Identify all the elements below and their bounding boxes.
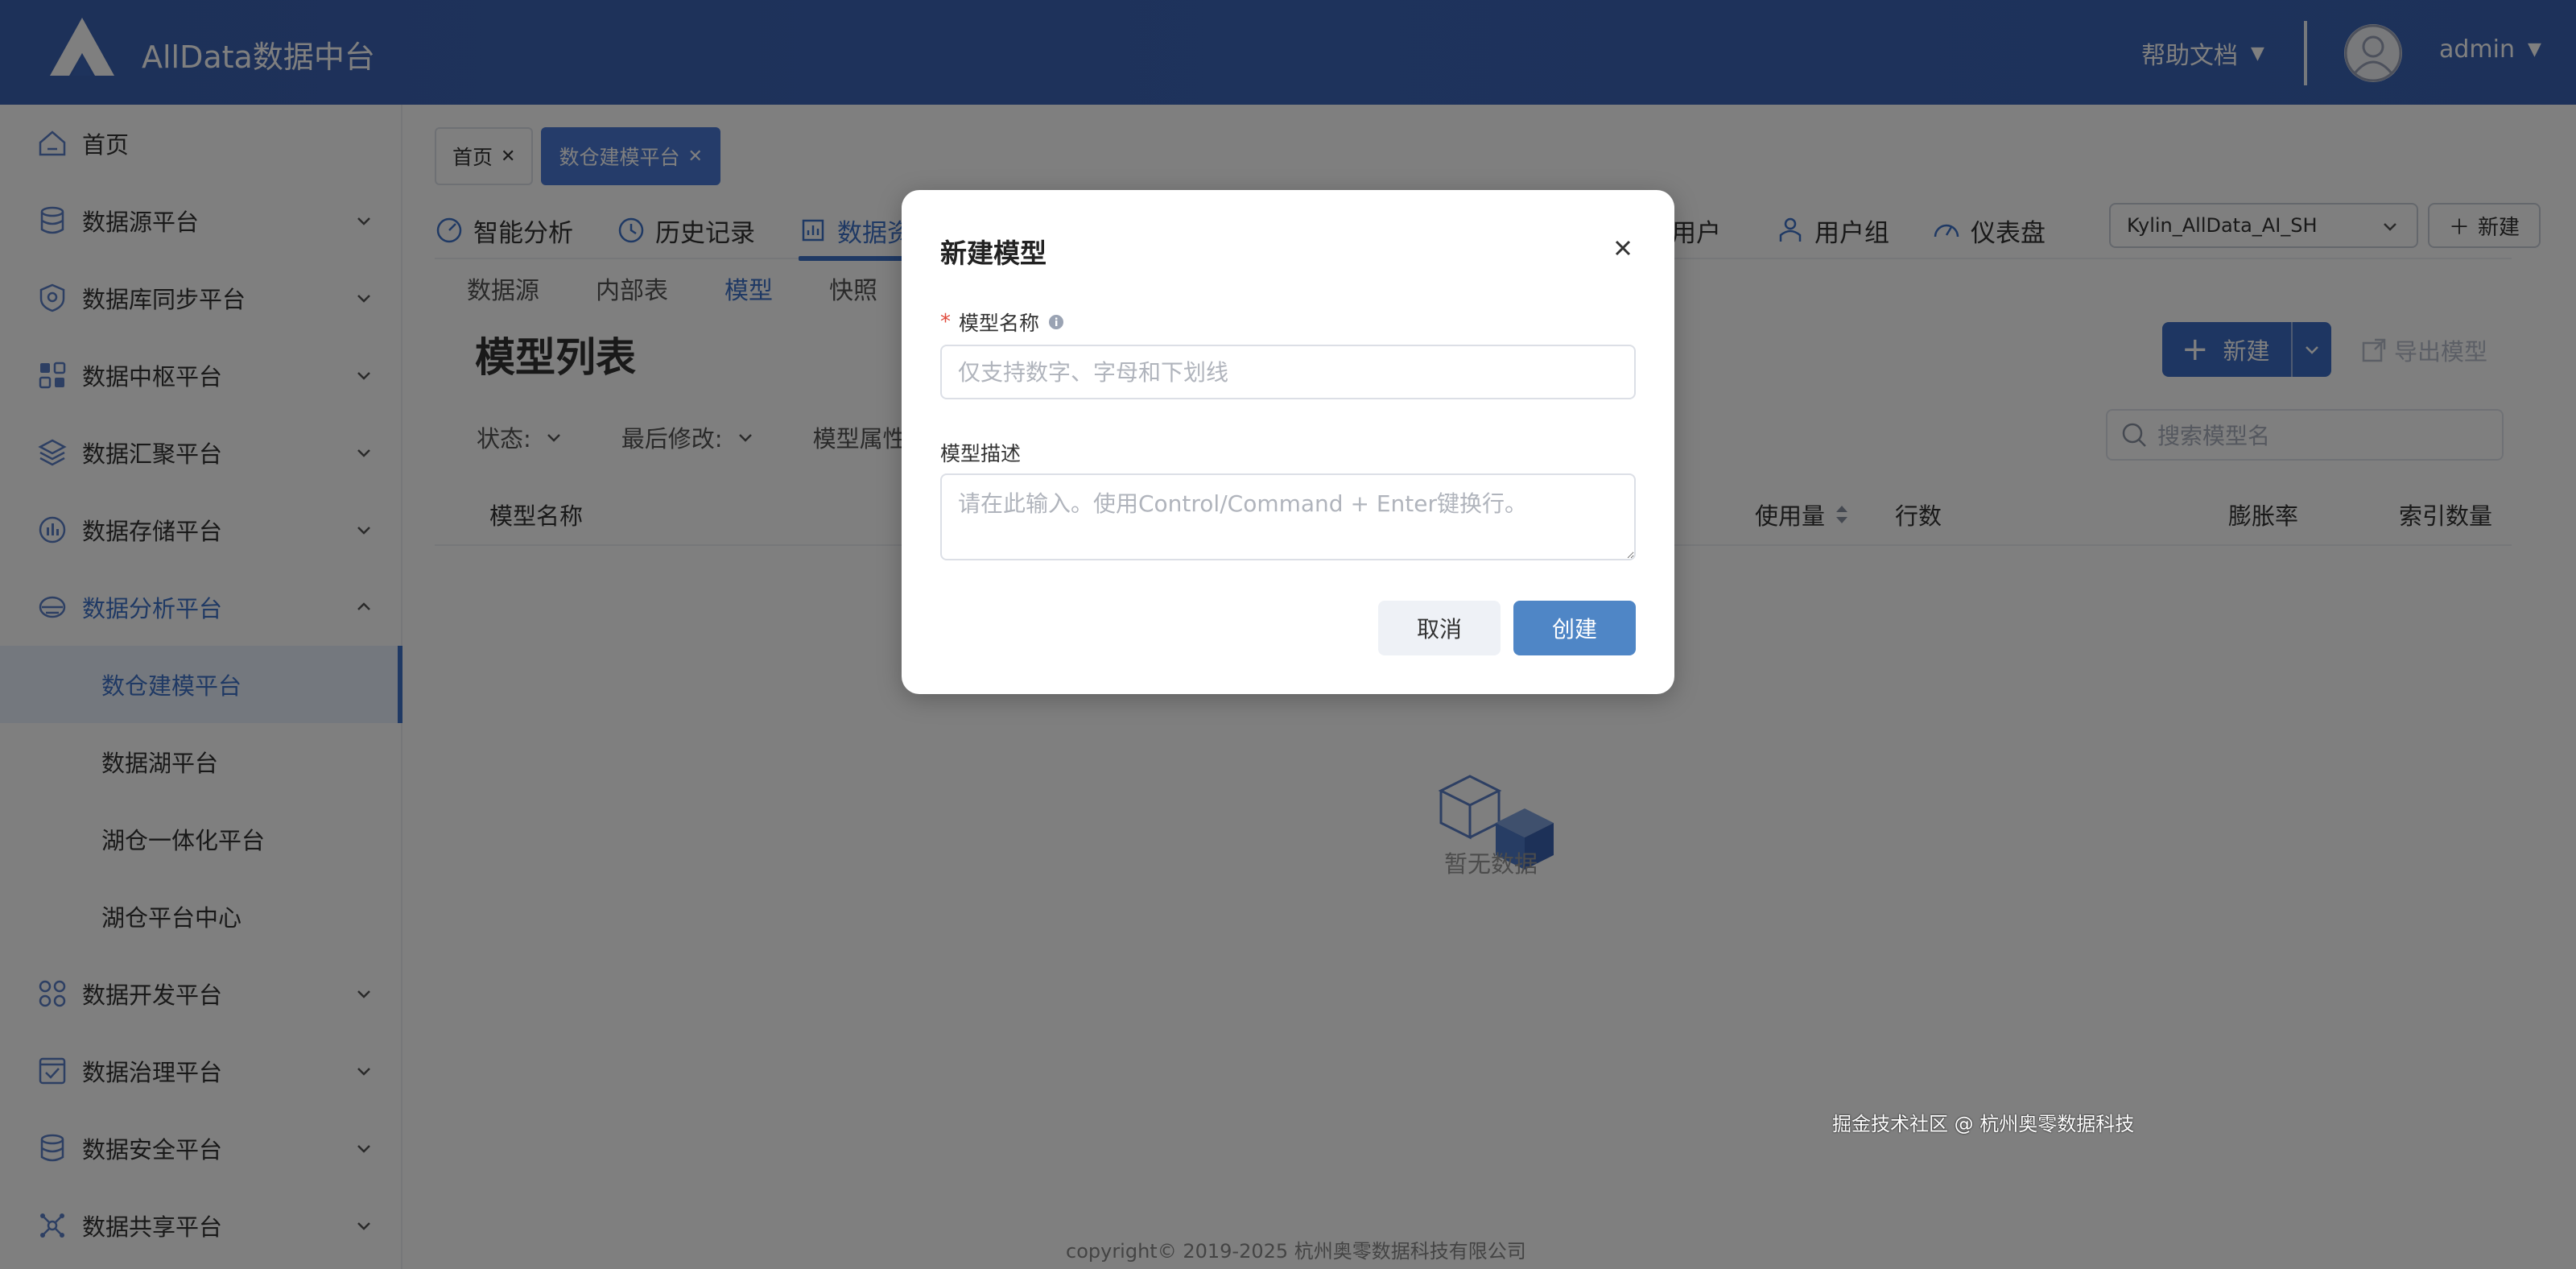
model-name-input[interactable]	[940, 345, 1636, 399]
model-desc-textarea[interactable]	[940, 473, 1636, 560]
model-desc-label: 模型描述	[940, 442, 1022, 465]
new-model-dialog: 新建模型 * 模型名称 模型描述 取消 创建	[902, 190, 1674, 694]
close-icon[interactable]	[1610, 235, 1636, 261]
cancel-button[interactable]: 取消	[1378, 601, 1501, 655]
dialog-title: 新建模型	[940, 238, 1046, 269]
watermark: 掘金技术社区 @ 杭州奥零数据科技	[1832, 1113, 2135, 1135]
info-icon[interactable]	[1047, 313, 1065, 331]
required-asterisk-icon: *	[940, 310, 951, 334]
model-name-label: * 模型名称	[940, 308, 1065, 337]
create-button[interactable]: 创建	[1513, 601, 1636, 655]
